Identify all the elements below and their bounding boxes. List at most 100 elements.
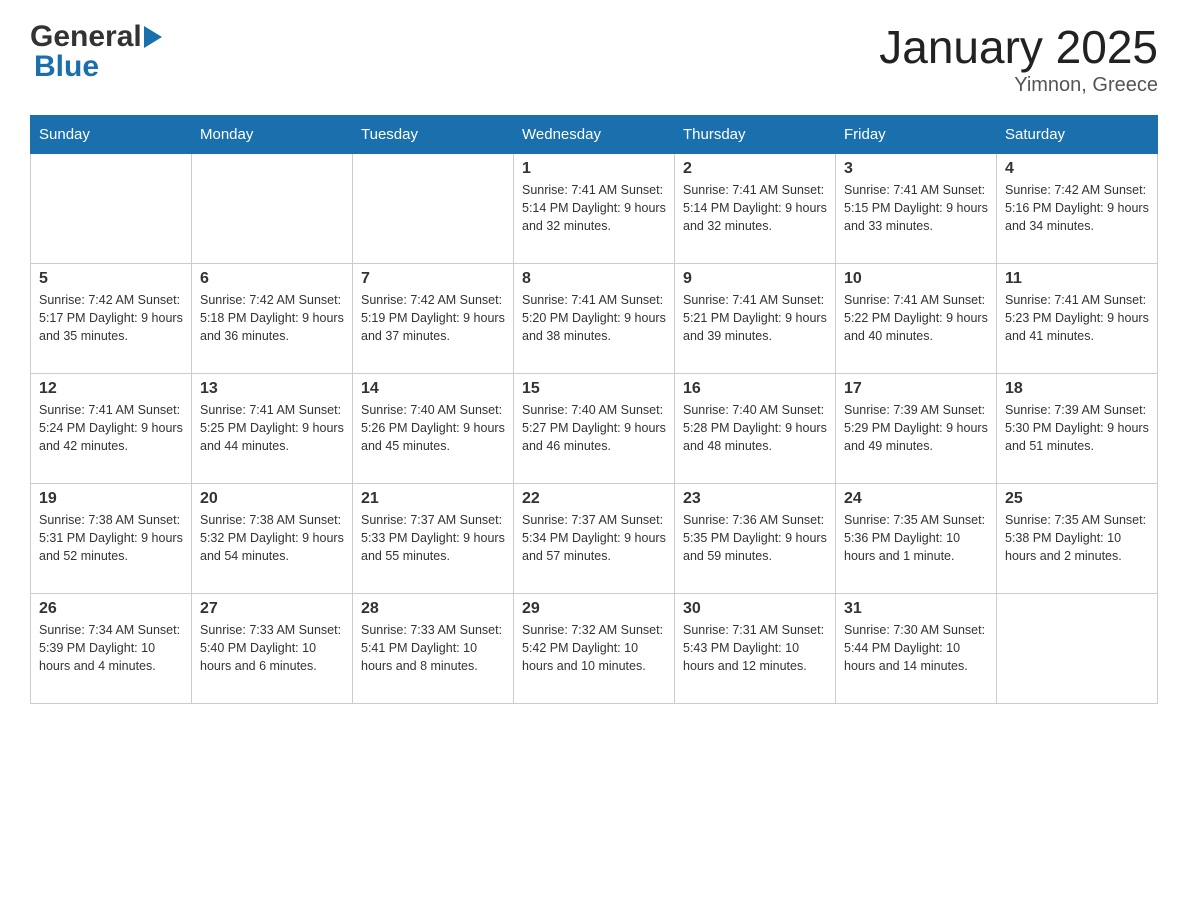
day-info: Sunrise: 7:35 AM Sunset: 5:38 PM Dayligh… xyxy=(1005,511,1149,565)
day-number: 12 xyxy=(39,380,183,398)
calendar-cell: 20 Sunrise: 7:38 AM Sunset: 5:32 PM Dayli… xyxy=(192,484,353,594)
day-info: Sunrise: 7:39 AM Sunset: 5:30 PM Dayligh… xyxy=(1005,401,1149,455)
day-number: 27 xyxy=(200,600,344,618)
calendar-cell: 22 Sunrise: 7:37 AM Sunset: 5:34 PM Dayli… xyxy=(514,484,675,594)
calendar-week-row: 19 Sunrise: 7:38 AM Sunset: 5:31 PM Dayli… xyxy=(31,484,1158,594)
day-number: 26 xyxy=(39,600,183,618)
day-number: 2 xyxy=(683,160,827,178)
day-number: 3 xyxy=(844,160,988,178)
day-number: 24 xyxy=(844,490,988,508)
logo-blue-text: Blue xyxy=(34,50,99,84)
day-info: Sunrise: 7:42 AM Sunset: 5:18 PM Dayligh… xyxy=(200,291,344,345)
calendar-cell: 5Sunrise: 7:42 AM Sunset: 5:17 PM Daylig… xyxy=(31,264,192,374)
day-number: 21 xyxy=(361,490,505,508)
day-info: Sunrise: 7:41 AM Sunset: 5:14 PM Dayligh… xyxy=(683,181,827,235)
calendar-day-header: Wednesday xyxy=(514,116,675,154)
day-number: 25 xyxy=(1005,490,1149,508)
day-number: 20 xyxy=(200,490,344,508)
calendar-cell: 27 Sunrise: 7:33 AM Sunset: 5:40 PM Dayli… xyxy=(192,594,353,704)
day-info: Sunrise: 7:41 AM Sunset: 5:20 PM Dayligh… xyxy=(522,291,666,345)
calendar-cell: 26 Sunrise: 7:34 AM Sunset: 5:39 PM Dayli… xyxy=(31,594,192,704)
day-info: Sunrise: 7:37 AM Sunset: 5:33 PM Dayligh… xyxy=(361,511,505,565)
day-number: 10 xyxy=(844,270,988,288)
day-info: Sunrise: 7:36 AM Sunset: 5:35 PM Dayligh… xyxy=(683,511,827,565)
calendar-cell: 17Sunrise: 7:39 AM Sunset: 5:29 PM Dayli… xyxy=(836,374,997,484)
day-info: Sunrise: 7:37 AM Sunset: 5:34 PM Dayligh… xyxy=(522,511,666,565)
day-info: Sunrise: 7:40 AM Sunset: 5:26 PM Dayligh… xyxy=(361,401,505,455)
calendar-day-header: Tuesday xyxy=(353,116,514,154)
day-number: 6 xyxy=(200,270,344,288)
day-number: 29 xyxy=(522,600,666,618)
calendar-week-row: 26 Sunrise: 7:34 AM Sunset: 5:39 PM Dayli… xyxy=(31,594,1158,704)
title-block: January 2025 Yimnon, Greece xyxy=(879,20,1158,97)
calendar-cell: 10 Sunrise: 7:41 AM Sunset: 5:22 PM Dayli… xyxy=(836,264,997,374)
day-number: 28 xyxy=(361,600,505,618)
day-number: 23 xyxy=(683,490,827,508)
calendar-cell: 16Sunrise: 7:40 AM Sunset: 5:28 PM Dayli… xyxy=(675,374,836,484)
calendar-header-row: SundayMondayTuesdayWednesdayThursdayFrid… xyxy=(31,116,1158,154)
day-info: Sunrise: 7:41 AM Sunset: 5:15 PM Dayligh… xyxy=(844,181,988,235)
day-info: Sunrise: 7:31 AM Sunset: 5:43 PM Dayligh… xyxy=(683,621,827,675)
calendar-cell: 28Sunrise: 7:33 AM Sunset: 5:41 PM Dayli… xyxy=(353,594,514,704)
day-number: 31 xyxy=(844,600,988,618)
day-info: Sunrise: 7:38 AM Sunset: 5:32 PM Dayligh… xyxy=(200,511,344,565)
day-info: Sunrise: 7:34 AM Sunset: 5:39 PM Dayligh… xyxy=(39,621,183,675)
calendar-cell: 24Sunrise: 7:35 AM Sunset: 5:36 PM Dayli… xyxy=(836,484,997,594)
calendar-day-header: Sunday xyxy=(31,116,192,154)
calendar-cell: 7 Sunrise: 7:42 AM Sunset: 5:19 PM Daylig… xyxy=(353,264,514,374)
day-info: Sunrise: 7:41 AM Sunset: 5:22 PM Dayligh… xyxy=(844,291,988,345)
calendar-cell: 3 Sunrise: 7:41 AM Sunset: 5:15 PM Daylig… xyxy=(836,154,997,264)
calendar-cell: 25 Sunrise: 7:35 AM Sunset: 5:38 PM Dayli… xyxy=(997,484,1158,594)
calendar-cell xyxy=(192,154,353,264)
calendar-subtitle: Yimnon, Greece xyxy=(879,74,1158,97)
calendar-cell: 8 Sunrise: 7:41 AM Sunset: 5:20 PM Daylig… xyxy=(514,264,675,374)
day-number: 5 xyxy=(39,270,183,288)
day-info: Sunrise: 7:41 AM Sunset: 5:25 PM Dayligh… xyxy=(200,401,344,455)
day-number: 17 xyxy=(844,380,988,398)
day-info: Sunrise: 7:30 AM Sunset: 5:44 PM Dayligh… xyxy=(844,621,988,675)
day-number: 19 xyxy=(39,490,183,508)
calendar-cell xyxy=(353,154,514,264)
calendar-day-header: Friday xyxy=(836,116,997,154)
day-info: Sunrise: 7:41 AM Sunset: 5:14 PM Dayligh… xyxy=(522,181,666,235)
calendar-cell: 29 Sunrise: 7:32 AM Sunset: 5:42 PM Dayli… xyxy=(514,594,675,704)
calendar-cell: 18 Sunrise: 7:39 AM Sunset: 5:30 PM Dayli… xyxy=(997,374,1158,484)
logo: General Blue xyxy=(30,20,162,84)
calendar-cell: 2 Sunrise: 7:41 AM Sunset: 5:14 PM Daylig… xyxy=(675,154,836,264)
day-number: 22 xyxy=(522,490,666,508)
calendar-cell: 13 Sunrise: 7:41 AM Sunset: 5:25 PM Dayli… xyxy=(192,374,353,484)
calendar-day-header: Thursday xyxy=(675,116,836,154)
day-info: Sunrise: 7:32 AM Sunset: 5:42 PM Dayligh… xyxy=(522,621,666,675)
day-number: 1 xyxy=(522,160,666,178)
calendar-week-row: 1 Sunrise: 7:41 AM Sunset: 5:14 PM Daylig… xyxy=(31,154,1158,264)
day-info: Sunrise: 7:41 AM Sunset: 5:21 PM Dayligh… xyxy=(683,291,827,345)
calendar-cell: 21 Sunrise: 7:37 AM Sunset: 5:33 PM Dayli… xyxy=(353,484,514,594)
day-number: 4 xyxy=(1005,160,1149,178)
day-info: Sunrise: 7:33 AM Sunset: 5:40 PM Dayligh… xyxy=(200,621,344,675)
day-info: Sunrise: 7:38 AM Sunset: 5:31 PM Dayligh… xyxy=(39,511,183,565)
day-number: 18 xyxy=(1005,380,1149,398)
calendar-table: SundayMondayTuesdayWednesdayThursdayFrid… xyxy=(30,115,1158,704)
calendar-cell: 6 Sunrise: 7:42 AM Sunset: 5:18 PM Daylig… xyxy=(192,264,353,374)
day-number: 11 xyxy=(1005,270,1149,288)
day-number: 13 xyxy=(200,380,344,398)
day-info: Sunrise: 7:42 AM Sunset: 5:19 PM Dayligh… xyxy=(361,291,505,345)
day-info: Sunrise: 7:42 AM Sunset: 5:16 PM Dayligh… xyxy=(1005,181,1149,235)
logo-triangle-icon xyxy=(144,26,162,48)
calendar-cell: 4 Sunrise: 7:42 AM Sunset: 5:16 PM Daylig… xyxy=(997,154,1158,264)
day-number: 7 xyxy=(361,270,505,288)
calendar-cell: 11 Sunrise: 7:41 AM Sunset: 5:23 PM Dayli… xyxy=(997,264,1158,374)
day-number: 14 xyxy=(361,380,505,398)
day-info: Sunrise: 7:41 AM Sunset: 5:23 PM Dayligh… xyxy=(1005,291,1149,345)
calendar-cell: 31 Sunrise: 7:30 AM Sunset: 5:44 PM Dayli… xyxy=(836,594,997,704)
calendar-cell xyxy=(31,154,192,264)
logo-general-text: General xyxy=(30,20,142,54)
calendar-day-header: Monday xyxy=(192,116,353,154)
calendar-cell: 14 Sunrise: 7:40 AM Sunset: 5:26 PM Dayli… xyxy=(353,374,514,484)
calendar-title: January 2025 xyxy=(879,20,1158,74)
day-number: 15 xyxy=(522,380,666,398)
page-header: General Blue January 2025 Yimnon, Greece xyxy=(30,20,1158,97)
day-number: 30 xyxy=(683,600,827,618)
day-number: 8 xyxy=(522,270,666,288)
day-number: 9 xyxy=(683,270,827,288)
